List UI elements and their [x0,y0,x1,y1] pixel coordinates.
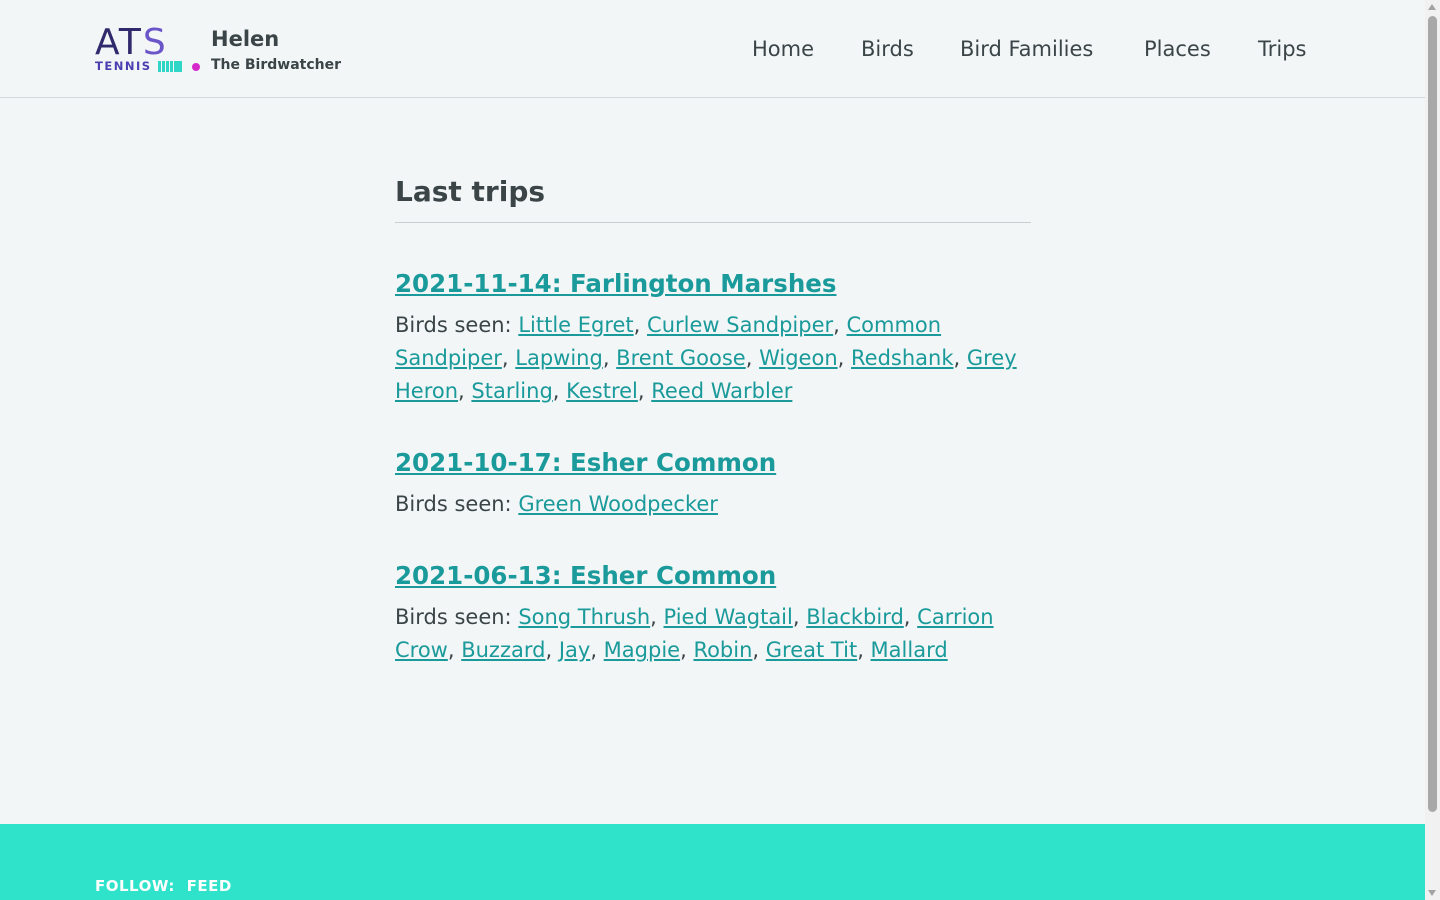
birds-seen-label: Birds seen: [395,492,512,516]
bird-link[interactable]: Song Thrush [518,605,650,629]
site-name[interactable]: Helen [211,25,279,53]
site-header: ATS TENNIS Helen The Birdwatcher Home Bi… [0,0,1425,98]
site-tagline: The Birdwatcher [211,57,342,73]
page: ATS TENNIS Helen The Birdwatcher Home Bi… [0,0,1425,900]
scrollbar-thumb[interactable] [1428,16,1437,812]
feed-link[interactable]: FEED [187,877,232,895]
bird-link[interactable]: Little Egret [518,313,633,337]
birds-seen-label: Birds seen: [395,605,512,629]
bird-link[interactable]: Buzzard [461,638,545,662]
trip-title-link[interactable]: 2021-11-14: Farlington Marshes [395,267,836,301]
trip-list: 2021-11-14: Farlington Marshes Birds seen… [395,267,1031,667]
bird-link[interactable]: Brent Goose [616,346,746,370]
trip-entry: 2021-06-13: Esher Common Birds seen: Song… [395,559,1031,667]
follow-links: FOLLOW: FEED [95,877,232,895]
logo-subtext: TENNIS [95,59,152,73]
site-logo[interactable]: ATS TENNIS [95,22,203,74]
bird-link[interactable]: Jay [559,638,591,662]
bird-link[interactable]: Lapwing [515,346,603,370]
nav-bird-families[interactable]: Bird Families [960,34,1093,64]
trip-entry: 2021-11-14: Farlington Marshes Birds seen… [395,267,1031,408]
bird-link[interactable]: Great Tit [766,638,857,662]
scroll-down-arrow-icon[interactable] [1428,890,1436,896]
vertical-scrollbar[interactable] [1425,0,1440,900]
birds-seen-list: Birds seen: Green Woodpecker [395,488,1031,521]
site-footer: FOLLOW: FEED [0,824,1425,900]
birds-seen-list: Birds seen: Song Thrush, Pied Wagtail, B… [395,605,994,662]
bird-link[interactable]: Kestrel [566,379,638,403]
bird-link[interactable]: Robin [693,638,752,662]
bird-link[interactable]: Wigeon [759,346,838,370]
trip-title-link[interactable]: 2021-06-13: Esher Common [395,559,776,593]
nav-trips[interactable]: Trips [1258,34,1306,64]
bird-link[interactable]: Redshank [851,346,954,370]
birds-seen-list: Birds seen: Little Egret, Curlew Sandpip… [395,313,1017,403]
nav-home[interactable]: Home [752,34,814,64]
bird-link[interactable]: Starling [471,379,552,403]
logo-bars [158,61,182,72]
bird-link[interactable]: Mallard [871,638,948,662]
page-title: Last trips [395,160,1031,223]
logo-dot [192,63,200,71]
follow-label: FOLLOW: [95,877,175,895]
bird-link[interactable]: Magpie [604,638,680,662]
scroll-up-arrow-icon[interactable] [1428,4,1436,10]
bird-link[interactable]: Reed Warbler [651,379,792,403]
trip-title-link[interactable]: 2021-10-17: Esher Common [395,446,776,480]
bird-link[interactable]: Curlew Sandpiper [647,313,833,337]
bird-link[interactable]: Green Woodpecker [518,492,718,516]
nav-birds[interactable]: Birds [861,34,914,64]
nav-places[interactable]: Places [1144,34,1211,64]
bird-link[interactable]: Blackbird [806,605,904,629]
birds-seen-label: Birds seen: [395,313,512,337]
main-content: Last trips 2021-11-14: Farlington Marshe… [395,160,1031,667]
bird-link[interactable]: Pied Wagtail [664,605,793,629]
trip-entry: 2021-10-17: Esher Common Birds seen: Gree… [395,446,1031,521]
